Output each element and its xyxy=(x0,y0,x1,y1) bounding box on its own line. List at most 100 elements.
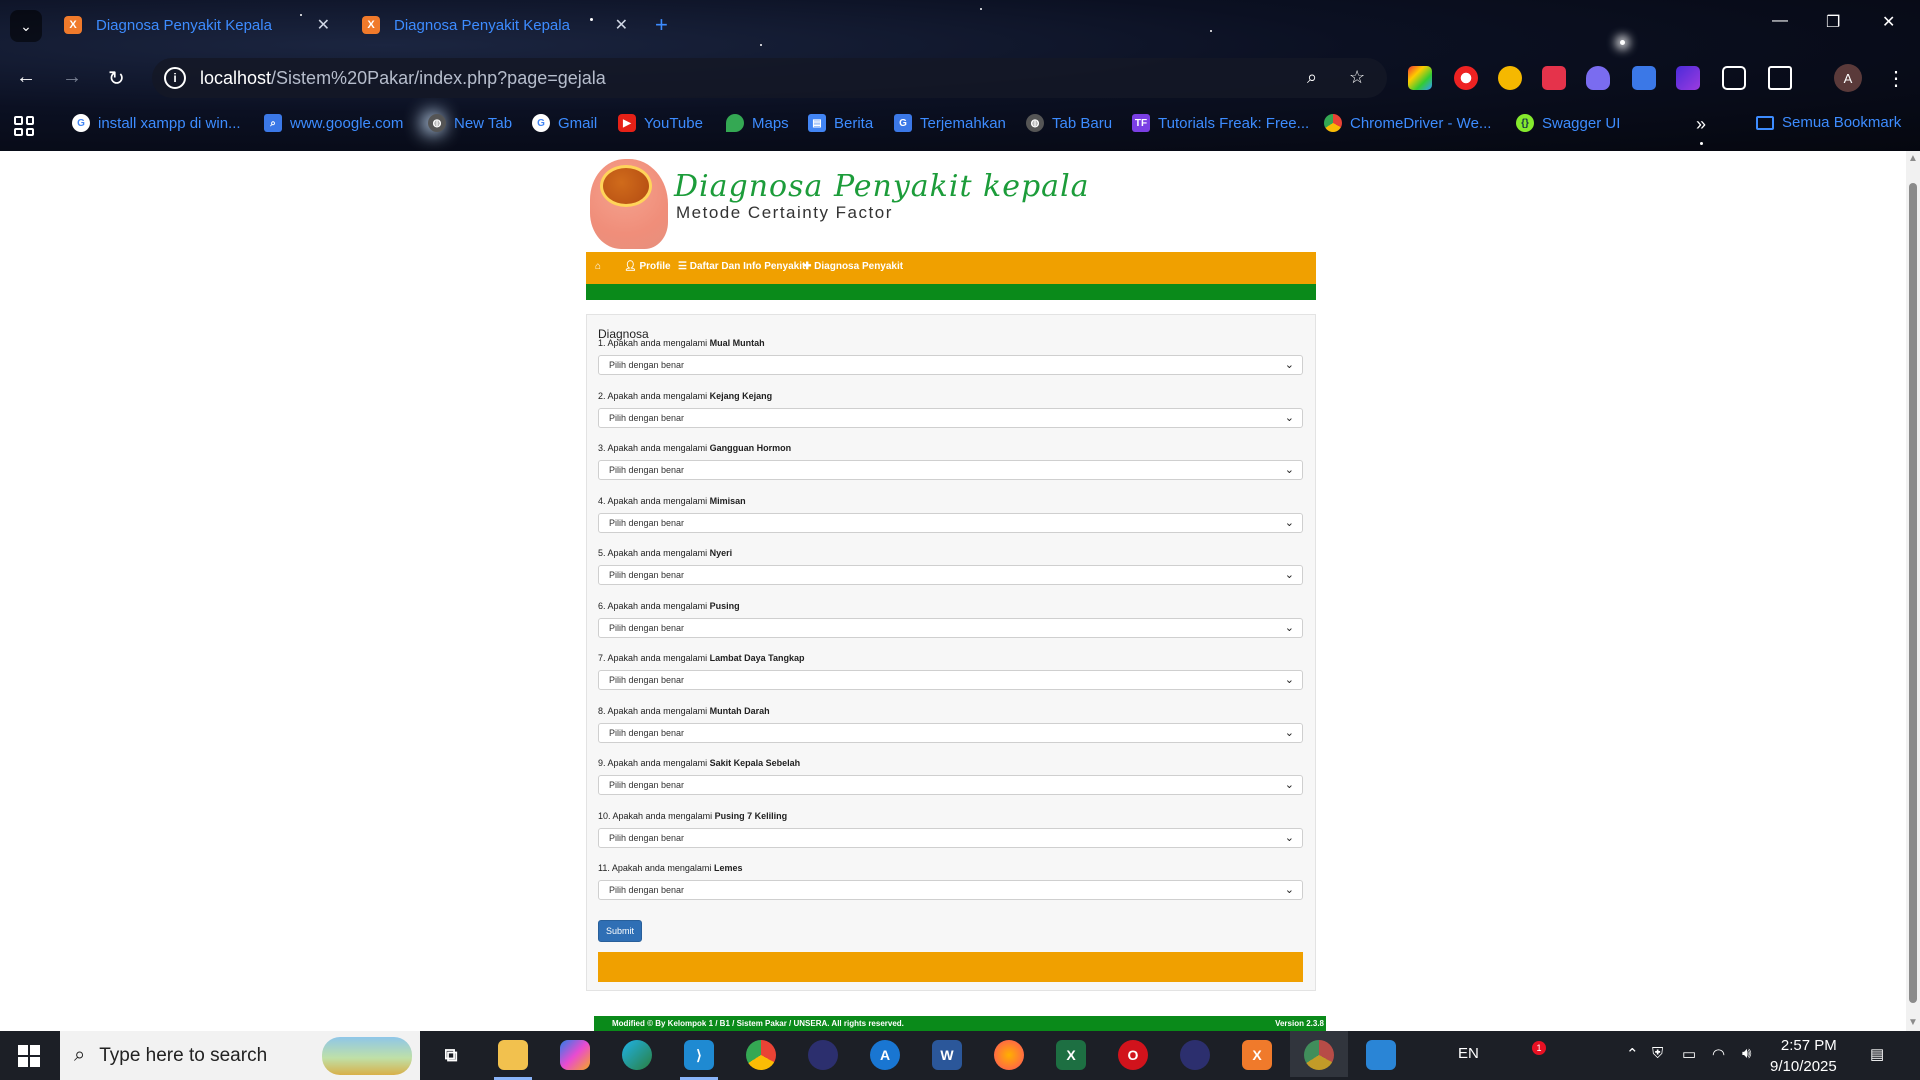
window-close-button[interactable]: ✕ xyxy=(1882,12,1895,32)
chevron-up-icon[interactable]: ⌃ xyxy=(1626,1045,1639,1063)
battery-icon[interactable]: ▭ xyxy=(1682,1045,1696,1063)
reload-button[interactable]: ↻ xyxy=(108,66,125,91)
copilot-icon[interactable] xyxy=(560,1040,590,1070)
bookmark-item[interactable]: TF Tutorials Freak: Free... xyxy=(1132,114,1309,132)
pokeball-extension-icon[interactable] xyxy=(1454,66,1478,90)
bookmark-item[interactable]: ▤ Berita xyxy=(808,114,873,132)
windows-start-icon[interactable] xyxy=(18,1045,40,1067)
bookmark-item[interactable]: G Terjemahkan xyxy=(894,114,1006,132)
scroll-down-icon[interactable]: ▼ xyxy=(1908,1017,1918,1028)
edge-icon[interactable] xyxy=(622,1040,652,1070)
profile-avatar[interactable]: A xyxy=(1834,64,1862,92)
eclipse-icon[interactable] xyxy=(1180,1040,1210,1070)
browser-tab-1[interactable]: X Diagnosa Penyakit Kepala ✕ xyxy=(52,8,342,42)
symptom-select[interactable]: Pilih dengan benar ⌄ xyxy=(598,722,1303,743)
restore-button[interactable]: ❐ xyxy=(1826,12,1840,32)
reading-extension-icon[interactable] xyxy=(1722,66,1746,90)
file-explorer-icon[interactable] xyxy=(498,1040,528,1070)
new-tab-button[interactable]: + xyxy=(655,12,668,38)
color-extension-icon[interactable] xyxy=(1408,66,1432,90)
question-number: 7. xyxy=(598,653,606,663)
chevron-down-icon: ⌄ xyxy=(1284,464,1294,476)
bookmark-item[interactable]: {} Swagger UI xyxy=(1516,114,1620,132)
bookmark-item[interactable]: G Gmail xyxy=(532,114,597,132)
app-store-icon[interactable]: A xyxy=(870,1040,900,1070)
all-bookmarks-button[interactable]: Semua Bookmark xyxy=(1756,114,1901,131)
bookmark-item[interactable]: Ginstall xampp di win... xyxy=(72,114,241,132)
chrome-icon[interactable] xyxy=(746,1040,776,1070)
maps-icon xyxy=(726,114,744,132)
submit-button[interactable]: Submit xyxy=(598,920,642,942)
symptom-select[interactable]: Pilih dengan benar ⌄ xyxy=(598,670,1303,690)
more-bookmarks-button[interactable]: » xyxy=(1696,114,1706,135)
minimize-button[interactable]: — xyxy=(1772,12,1788,30)
wifi-icon[interactable]: ◠ xyxy=(1712,1045,1725,1063)
taskbar-search[interactable]: ⌕ Type here to search xyxy=(60,1031,420,1080)
close-icon[interactable]: ✕ xyxy=(615,15,628,35)
question-label: 11. Apakah anda mengalami Lemes xyxy=(598,863,742,873)
bookmark-item[interactable]: ▶ YouTube xyxy=(618,114,703,132)
extensions-puzzle-icon[interactable] xyxy=(1768,66,1792,90)
task-view-icon[interactable]: ⧉ xyxy=(436,1040,466,1070)
system-clock[interactable]: 2:57 PM 9/10/2025 xyxy=(1770,1035,1837,1077)
translate-extension-icon[interactable] xyxy=(1632,66,1656,90)
symptom-select[interactable]: Pilih dengan benar ⌄ xyxy=(598,565,1303,585)
browser-tab-2[interactable]: X Diagnosa Penyakit Kepala ✕ xyxy=(350,8,640,42)
emoji-extension-icon[interactable] xyxy=(1498,66,1522,90)
language-indicator[interactable]: EN xyxy=(1458,1045,1479,1062)
symptom-select[interactable]: Pilih dengan benar ⌄ xyxy=(598,880,1303,900)
tab-strip: ⌄ X Diagnosa Penyakit Kepala ✕ X Diagnos… xyxy=(0,0,1920,50)
bookmark-item[interactable]: Maps xyxy=(726,114,789,132)
bookmark-item[interactable]: ◍ New Tab xyxy=(428,114,512,132)
menu-kebab-icon[interactable]: ⋮ xyxy=(1886,66,1906,91)
page-scrollbar[interactable]: ▲ ▼ xyxy=(1906,151,1920,1031)
zoom-icon[interactable]: ⌕ xyxy=(1307,67,1317,88)
address-bar[interactable]: i localhost/Sistem%20Pakar/index.php?pag… xyxy=(152,58,1387,98)
forward-button[interactable]: → xyxy=(62,66,82,89)
star-icon[interactable]: ☆ xyxy=(1349,67,1365,88)
site-title: Diagnosa Penyakit kepala xyxy=(674,169,1090,204)
nav-daftar-penyakit[interactable]: ☰ Daftar Dan Info Penyakit xyxy=(678,261,805,272)
select-value: Pilih dengan benar xyxy=(609,622,685,633)
site-info-icon[interactable]: i xyxy=(164,67,186,89)
word-icon[interactable]: W xyxy=(932,1040,962,1070)
symptom-select[interactable]: Pilih dengan benar ⌄ xyxy=(598,407,1303,428)
scroll-up-icon[interactable]: ▲ xyxy=(1908,153,1918,164)
symptom-select[interactable]: Pilih dengan benar ⌄ xyxy=(598,512,1303,533)
close-icon[interactable]: ✕ xyxy=(317,15,330,35)
question-label: 10. Apakah anda mengalami Pusing 7 Kelil… xyxy=(598,811,787,821)
question-prefix: Apakah anda mengalami xyxy=(607,758,708,768)
ghost-extension-icon[interactable] xyxy=(1586,66,1610,90)
wave-extension-icon[interactable] xyxy=(1676,66,1700,90)
photos-icon[interactable] xyxy=(1366,1040,1396,1070)
symptom-select[interactable]: Pilih dengan benar ⌄ xyxy=(598,775,1303,795)
volume-icon[interactable]: 🔊︎ xyxy=(1742,1045,1751,1062)
nav-profile[interactable]: 👤︎ Profile xyxy=(624,261,671,272)
question-number: 4. xyxy=(598,495,606,506)
symptom-select[interactable]: Pilih dengan benar ⌄ xyxy=(598,460,1303,480)
bookmark-item[interactable]: ChromeDriver - We... xyxy=(1324,114,1491,132)
clock-time: 2:57 PM xyxy=(1780,1037,1837,1054)
symptom-select[interactable]: Pilih dengan benar ⌄ xyxy=(598,617,1303,638)
bookmark-item[interactable]: ⌕ www.google.com xyxy=(264,114,403,132)
google-icon: G xyxy=(532,114,550,132)
notification-center-icon[interactable]: ▤ xyxy=(1870,1045,1884,1063)
vscode-icon[interactable]: ⟩ xyxy=(684,1040,714,1070)
bookmark-item[interactable]: ◍ Tab Baru xyxy=(1026,114,1112,132)
tab-search-button[interactable]: ⌄ xyxy=(10,10,42,42)
excel-icon[interactable]: X xyxy=(1056,1040,1086,1070)
opera-icon[interactable]: O xyxy=(1118,1040,1148,1070)
symptom-select[interactable]: Pilih dengan benar ⌄ xyxy=(598,355,1303,375)
eclipse-icon[interactable] xyxy=(808,1040,838,1070)
question-symptom: Muntah Darah xyxy=(709,705,770,716)
nav-diagnosa-penyakit[interactable]: ✚ Diagnosa Penyakit xyxy=(803,261,903,272)
windows-taskbar: ⌕ Type here to search ⧉ ⟩ A W X O X EN 1… xyxy=(0,1031,1920,1080)
back-button[interactable]: ← xyxy=(16,66,36,89)
home-icon[interactable]: ⌂ xyxy=(595,261,601,272)
firefox-icon[interactable] xyxy=(994,1040,1024,1070)
scrollbar-thumb[interactable] xyxy=(1909,183,1917,1003)
xampp-icon[interactable]: X xyxy=(1242,1040,1272,1070)
security-icon[interactable]: ⛨ xyxy=(1652,1045,1663,1062)
red-extension-icon[interactable] xyxy=(1542,66,1566,90)
symptom-select[interactable]: Pilih dengan benar ⌄ xyxy=(598,827,1303,848)
